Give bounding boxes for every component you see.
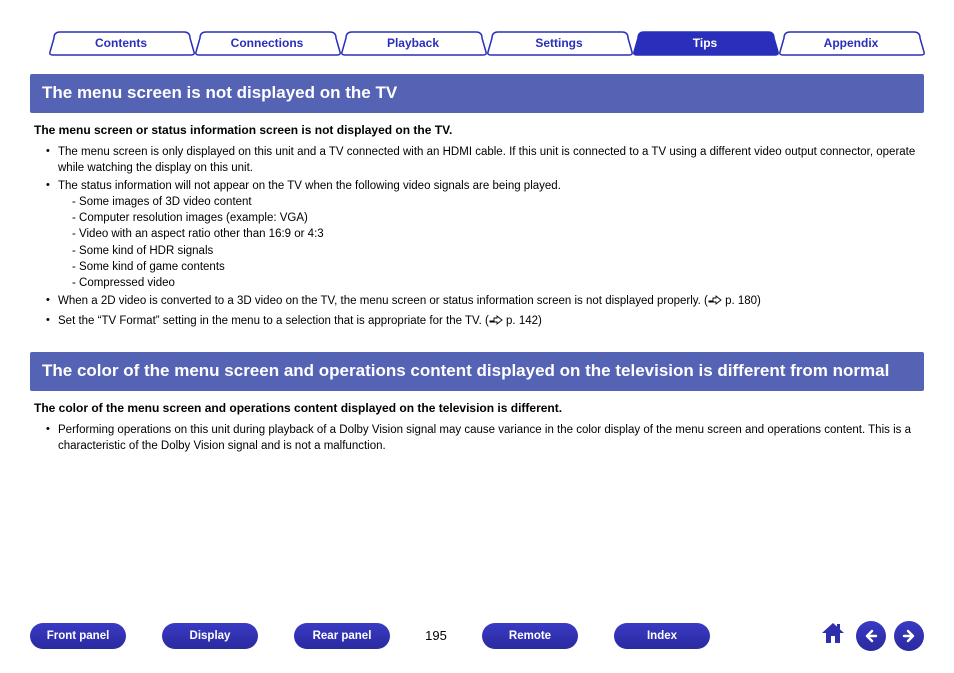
list-item: When a 2D video is converted to a 3D vid… [48,292,916,312]
pointer-icon [708,294,722,311]
page-number: 195 [416,628,456,643]
tab-label: Contents [95,36,147,50]
arrow-right-icon [901,628,917,644]
tab-contents[interactable]: Contents [48,30,194,56]
prev-page-button[interactable] [856,621,886,651]
sublist-item: - Some kind of HDR signals [72,243,916,259]
list-item: Performing operations on this unit durin… [48,421,916,455]
tab-tips[interactable]: Tips [632,30,778,56]
arrow-left-icon [863,628,879,644]
pointer-icon [489,314,503,331]
sublist-item: - Some images of 3D video content [72,194,916,210]
button-label: Remote [509,630,551,642]
tab-label: Settings [535,36,582,50]
top-tabs: Contents Connections Playback Settings T… [48,30,924,56]
section-2-list: Performing operations on this unit durin… [30,421,924,455]
list-item: The menu screen is only displayed on thi… [48,143,916,177]
cross-ref[interactable]: p. 180) [708,295,761,307]
section-1-list: The menu screen is only displayed on thi… [30,143,924,332]
list-item-text: The status information will not appear o… [58,180,561,192]
button-label: Display [190,630,231,642]
bottom-nav: Front panel Display Rear panel 195 Remot… [30,618,924,653]
ref-text: p. 142) [503,315,542,327]
section-subtitle-1: The menu screen or status information sc… [34,123,924,137]
tab-settings[interactable]: Settings [486,30,632,56]
tab-label: Connections [231,36,304,50]
sublist-item: - Video with an aspect ratio other than … [72,226,916,242]
index-button[interactable]: Index [614,623,710,649]
section-subtitle-2: The color of the menu screen and operati… [34,401,924,415]
tab-playback[interactable]: Playback [340,30,486,56]
front-panel-button[interactable]: Front panel [30,623,126,649]
ref-text: p. 180) [722,295,761,307]
rear-panel-button[interactable]: Rear panel [294,623,390,649]
sublist-item: - Computer resolution images (example: V… [72,210,916,226]
tab-label: Tips [693,36,717,50]
tab-connections[interactable]: Connections [194,30,340,56]
tab-label: Playback [387,36,439,50]
sublist-item: - Compressed video [72,275,916,291]
list-item-text: Set the “TV Format” setting in the menu … [58,315,489,327]
list-item: Set the “TV Format” setting in the menu … [48,312,916,332]
sublist: - Some images of 3D video content - Comp… [58,194,916,291]
button-label: Rear panel [313,630,372,642]
tab-label: Appendix [824,36,879,50]
section-title-2: The color of the menu screen and operati… [30,352,924,391]
list-item: The status information will not appear o… [48,177,916,292]
sublist-item: - Some kind of game contents [72,259,916,275]
button-label: Index [647,630,677,642]
section-title-1: The menu screen is not displayed on the … [30,74,924,113]
button-label: Front panel [47,630,110,642]
display-button[interactable]: Display [162,623,258,649]
list-item-text: When a 2D video is converted to a 3D vid… [58,295,708,307]
next-page-button[interactable] [894,621,924,651]
remote-button[interactable]: Remote [482,623,578,649]
cross-ref[interactable]: p. 142) [489,315,542,327]
tab-appendix[interactable]: Appendix [778,30,924,56]
home-icon[interactable] [818,618,848,653]
